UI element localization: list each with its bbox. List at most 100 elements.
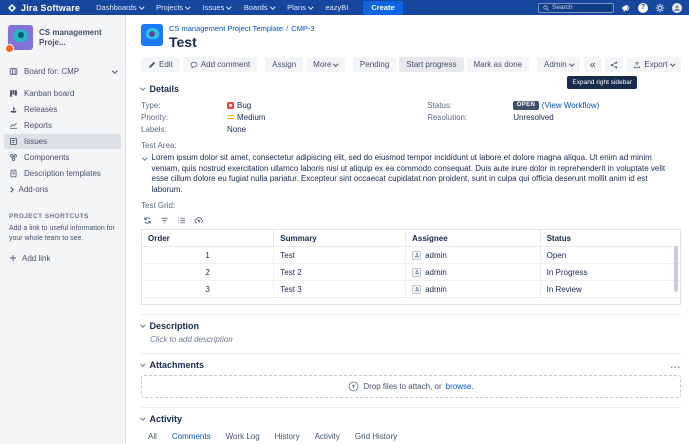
pending-button[interactable]: Pending <box>353 57 396 72</box>
help-icon[interactable]: ? <box>638 3 648 13</box>
sidebar-item-issues[interactable]: Issues <box>4 134 121 149</box>
assign-button[interactable]: Assign <box>265 57 303 72</box>
breadcrumb-project-link[interactable]: CS management Project Template <box>169 24 283 33</box>
activity-section-header[interactable]: Activity <box>141 414 681 424</box>
share-button[interactable] <box>605 57 623 72</box>
chevron-down-icon <box>270 4 275 9</box>
add-comment-button[interactable]: Add comment <box>183 57 257 72</box>
nav-plans[interactable]: Plans <box>287 3 312 12</box>
edit-button[interactable]: Edit <box>141 57 180 72</box>
breadcrumb-issue-link[interactable]: CMP-3 <box>291 24 314 33</box>
labels-label: Labels: <box>141 125 227 134</box>
issue-title: Test <box>169 34 315 50</box>
status-label: Status: <box>427 101 513 110</box>
refresh-icon[interactable] <box>143 216 152 225</box>
tab-activity[interactable]: Activity <box>314 430 341 444</box>
ship-icon <box>9 105 18 114</box>
issue-avatar <box>141 24 163 46</box>
sidebar-item-releases[interactable]: Releases <box>4 102 121 117</box>
tab-all[interactable]: All <box>147 430 158 444</box>
grid-col-summary: Summary <box>274 230 406 247</box>
resolution-value: Unresolved <box>513 113 553 122</box>
attachments-section-header[interactable]: Attachments ... <box>141 360 681 370</box>
description-section-header[interactable]: Description <box>141 321 681 331</box>
search-icon <box>543 5 549 11</box>
attachments-section: Attachments ... Drop files to attach, or… <box>141 353 681 398</box>
chevron-down-icon <box>112 68 117 73</box>
project-sidebar: CS management Proje... Board for: CMP Ka… <box>0 15 126 444</box>
attachments-more-button[interactable]: ... <box>670 360 681 370</box>
cloud-download-icon[interactable] <box>194 215 204 225</box>
add-link-button[interactable]: Add link <box>9 254 116 263</box>
project-avatar <box>8 25 33 50</box>
assignee-avatar <box>412 268 421 277</box>
tab-comments[interactable]: Comments <box>171 430 212 444</box>
nav-eazybi[interactable]: eazyBI <box>325 3 348 12</box>
search-input[interactable] <box>552 4 609 11</box>
table-row[interactable]: 3 Test 3 admin In Review <box>142 281 680 298</box>
tab-grid-history[interactable]: Grid History <box>354 430 398 444</box>
grid-scrollbar[interactable] <box>674 246 678 292</box>
collapse-sidebar-button[interactable] <box>584 57 602 72</box>
issues-icon <box>9 137 18 146</box>
sidebar-item-add-ons[interactable]: Add-ons <box>4 182 121 197</box>
nav-issues[interactable]: Issues <box>203 3 231 12</box>
type-value: Bug <box>227 101 251 110</box>
issue-header: CS management Project Template / CMP-3 T… <box>127 15 689 50</box>
chevron-down-icon <box>334 61 339 66</box>
activity-tabs: All Comments Work Log History Activity G… <box>147 430 681 444</box>
collapse-chevron-icon[interactable] <box>142 155 147 160</box>
assignee-avatar <box>412 285 421 294</box>
document-icon <box>9 169 18 178</box>
top-navbar: Jira Software Dashboards Projects Issues… <box>0 0 689 15</box>
view-workflow-link[interactable]: (View Workflow) <box>542 101 600 110</box>
user-avatar[interactable] <box>672 3 682 13</box>
more-button[interactable]: More <box>306 57 345 72</box>
nav-projects[interactable]: Projects <box>156 3 190 12</box>
status-badge: OPEN <box>513 101 539 110</box>
assignee-avatar <box>412 251 421 260</box>
browse-link[interactable]: browse. <box>446 382 474 391</box>
sidebar-item-reports[interactable]: Reports <box>4 118 121 133</box>
grid-col-order: Order <box>142 230 274 247</box>
tab-history[interactable]: History <box>274 430 301 444</box>
grid-header-row: Order Summary Assignee Status <box>142 230 680 247</box>
collapse-chevron-icon <box>140 416 145 421</box>
nav-dashboards[interactable]: Dashboards <box>96 3 143 12</box>
admin-button[interactable]: Admin <box>537 57 580 72</box>
add-description-placeholder[interactable]: Click to add description <box>150 335 681 344</box>
test-grid-label: Test Grid: <box>141 201 681 210</box>
list-icon[interactable] <box>177 216 186 225</box>
sidebar-board-selector[interactable]: Board for: CMP <box>4 64 121 79</box>
sidebar-item-kanban-board[interactable]: Kanban board <box>4 86 121 101</box>
filter-icon[interactable] <box>160 216 169 225</box>
export-button[interactable]: Export <box>626 57 681 72</box>
attachments-dropzone[interactable]: Drop files to attach, or browse. <box>141 375 681 398</box>
comment-icon <box>190 61 198 69</box>
tooltip-expand-right-sidebar: Expand right sidebar <box>567 76 637 89</box>
type-label: Type: <box>141 101 227 110</box>
sidebar-item-components[interactable]: Components <box>4 150 121 165</box>
table-row[interactable]: 1 Test admin Open <box>142 247 680 264</box>
double-chevron-left-icon <box>589 61 597 69</box>
labels-value: None <box>227 125 246 134</box>
share-icon <box>610 61 618 69</box>
project-shortcuts-title: PROJECT SHORTCUTS <box>9 213 116 220</box>
collapse-chevron-icon <box>140 86 145 91</box>
mark-as-done-button[interactable]: Mark as done <box>467 57 529 72</box>
collapse-chevron-icon <box>140 323 145 328</box>
table-row[interactable]: 2 Test 2 admin In Progress <box>142 264 680 281</box>
chart-icon <box>9 121 18 130</box>
global-search[interactable] <box>538 3 614 13</box>
nav-boards[interactable]: Boards <box>244 3 274 12</box>
project-badge-icon <box>5 44 14 53</box>
gear-icon[interactable] <box>655 3 665 13</box>
sidebar-item-description-templates[interactable]: Description templates <box>4 166 121 181</box>
tab-work-log[interactable]: Work Log <box>225 430 261 444</box>
breadcrumb: CS management Project Template / CMP-3 <box>169 24 315 33</box>
megaphone-icon[interactable] <box>621 3 631 13</box>
start-progress-button[interactable]: Start progress <box>399 57 463 72</box>
jira-logo[interactable]: Jira Software <box>7 3 80 13</box>
chevron-down-icon <box>227 4 232 9</box>
create-button[interactable]: Create <box>363 1 402 15</box>
